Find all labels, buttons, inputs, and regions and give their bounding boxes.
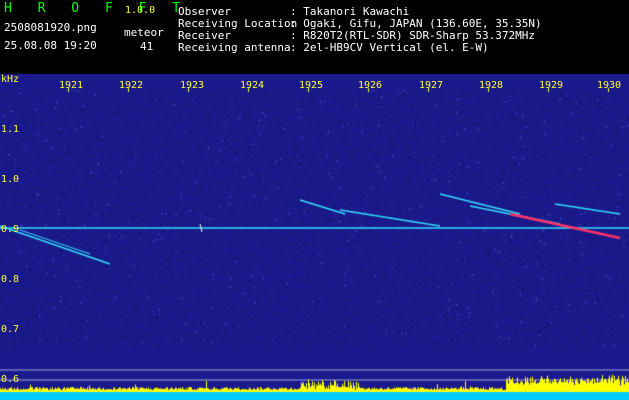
time-tick: 1925: [299, 80, 324, 91]
frequency-tick: 0.8: [1, 274, 20, 285]
time-tick: 1923: [180, 80, 205, 91]
frequency-tick: 1.1: [1, 124, 20, 135]
time-tick: 1922: [119, 80, 144, 91]
spectrogram-canvas: [0, 74, 629, 400]
time-tick: 1926: [358, 80, 383, 91]
time-tick: 1921: [59, 80, 84, 91]
time-tick: 1924: [240, 80, 265, 91]
info-label-antenna: Receiving antenna: [178, 41, 291, 54]
time-tick: 1928: [479, 80, 504, 91]
header-panel: H R O F F T 1.0.0 2508081920.png 25.08.0…: [0, 0, 629, 74]
frequency-tick: 1.0: [1, 174, 20, 185]
datetime: 25.08.08 19:20: [4, 39, 97, 52]
time-tick: 1927: [419, 80, 444, 91]
frequency-tick: 0.6: [1, 374, 20, 385]
app-logo: H R O F F T: [4, 1, 190, 16]
filename: 2508081920.png: [4, 21, 97, 34]
time-tick: 1929: [539, 80, 564, 91]
meteor-label: meteor: [124, 26, 164, 39]
time-tick: 1930: [597, 80, 622, 91]
frequency-tick: 0.7: [1, 324, 20, 335]
meteor-count: 41: [140, 40, 154, 53]
app-version: 1.0.0: [125, 5, 156, 16]
info-value-antenna: : 2el-HB9CV Vertical (el. E-W): [290, 41, 489, 54]
frequency-tick: 0.9: [1, 224, 20, 235]
frequency-unit-label: kHz: [1, 74, 20, 85]
